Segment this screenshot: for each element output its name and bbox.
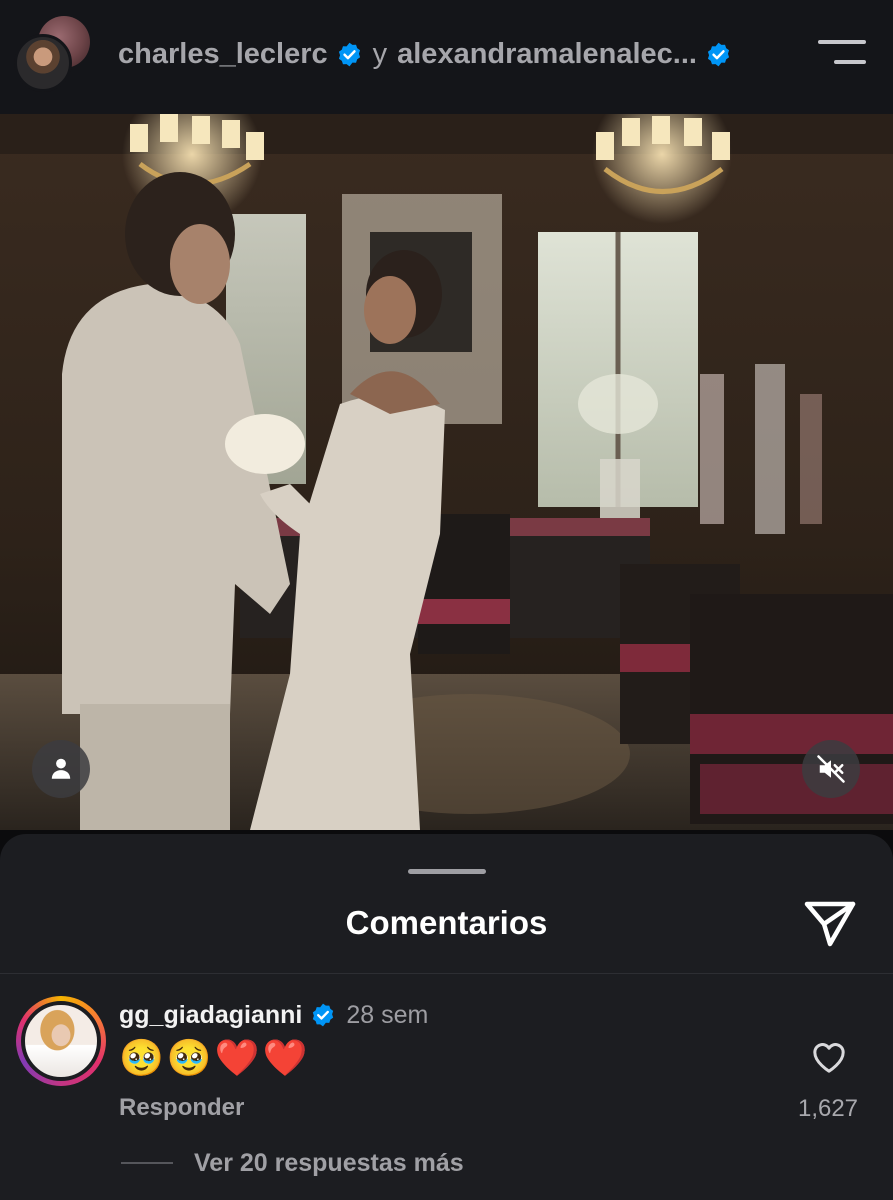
collab-title: charles_leclerc y alexandramalenalec... bbox=[118, 34, 732, 74]
comments-sheet: Comentarios gg_giadagianni 28 sem 🥹🥹❤️❤️… bbox=[0, 834, 893, 1200]
sheet-grabber[interactable] bbox=[408, 869, 486, 874]
comment-avatar-story-ring[interactable] bbox=[16, 996, 106, 1086]
comment-username[interactable]: gg_giadagianni bbox=[119, 1001, 302, 1030]
heart-icon[interactable] bbox=[808, 1037, 850, 1077]
reply-button[interactable]: Responder bbox=[119, 1094, 244, 1122]
verified-badge-icon bbox=[313, 1003, 334, 1027]
send-icon[interactable] bbox=[802, 898, 858, 950]
video-frame-illustration bbox=[0, 114, 893, 830]
view-replies-button[interactable]: Ver 20 respuestas más bbox=[194, 1149, 464, 1178]
collab-avatars[interactable] bbox=[14, 16, 92, 92]
avatar-charles[interactable] bbox=[14, 34, 72, 92]
replies-divider-line bbox=[121, 1162, 173, 1164]
like-count: 1,627 bbox=[797, 1095, 859, 1122]
reel-header: charles_leclerc y alexandramalenalec... bbox=[0, 0, 893, 114]
username-charles[interactable]: charles_leclerc bbox=[118, 38, 328, 71]
comments-title: Comentarios bbox=[345, 904, 548, 941]
menu-icon[interactable] bbox=[818, 40, 866, 70]
verified-badge-icon bbox=[338, 42, 360, 66]
connector-text: y bbox=[372, 37, 388, 70]
user-tag-icon bbox=[51, 758, 71, 779]
verified-badge-icon bbox=[707, 42, 730, 66]
comment-text: 🥹🥹❤️❤️ bbox=[119, 1037, 311, 1078]
tagged-users-button[interactable] bbox=[32, 740, 90, 798]
comment-header: gg_giadagianni 28 sem bbox=[119, 999, 428, 1031]
comment-avatar[interactable] bbox=[21, 1001, 101, 1081]
comment-time: 28 sem bbox=[346, 1000, 429, 1029]
username-alexandra[interactable]: alexandramalenalec... bbox=[397, 38, 697, 71]
sheet-divider bbox=[0, 973, 893, 974]
reel-video[interactable] bbox=[0, 114, 893, 830]
mute-button[interactable] bbox=[802, 740, 860, 798]
mute-icon bbox=[817, 755, 845, 783]
